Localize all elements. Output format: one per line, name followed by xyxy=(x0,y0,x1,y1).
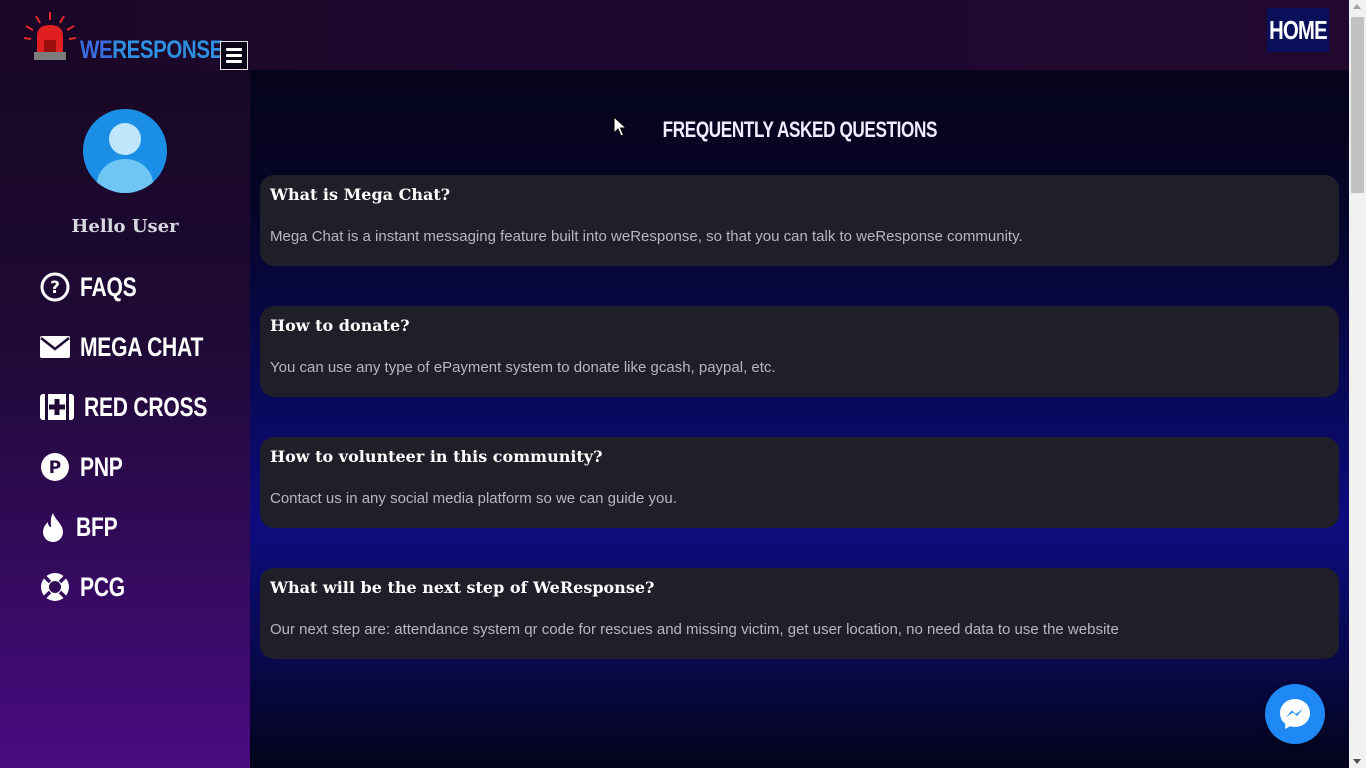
sidebar-item-label: MEGA CHAT xyxy=(80,331,204,362)
question-circle-icon: ? xyxy=(40,272,70,302)
menu-toggle-button[interactable] xyxy=(220,41,248,70)
scroll-up-arrow-icon[interactable] xyxy=(1353,4,1361,9)
weresponse-logo[interactable]: WERESPONSE xyxy=(22,10,223,65)
faq-answer: You can use any type of ePayment system … xyxy=(270,359,776,376)
svg-text:?: ? xyxy=(50,278,60,298)
faq-answer: Contact us in any social media platform … xyxy=(270,490,677,507)
messenger-chat-button[interactable] xyxy=(1265,684,1325,744)
sidebar-item-label: PNP xyxy=(80,451,123,482)
top-header: WERESPONSE HOME xyxy=(0,0,1349,70)
sidebar-item-pcg[interactable]: PCG xyxy=(40,570,138,604)
hamburger-bar xyxy=(226,54,242,57)
sidebar: Hello User ? FAQS MEGA CHAT RED CROSS P … xyxy=(0,70,250,768)
mouse-cursor-icon xyxy=(613,116,627,137)
fire-icon xyxy=(40,512,66,542)
greeting-text: Hello User xyxy=(71,216,179,237)
sidebar-item-faqs[interactable]: ? FAQS xyxy=(40,270,152,304)
siren-icon xyxy=(23,12,77,60)
faq-question: How to donate? xyxy=(270,316,410,335)
home-button[interactable]: HOME xyxy=(1267,8,1329,52)
sidebar-item-pnp[interactable]: P PNP xyxy=(40,450,135,484)
envelope-icon xyxy=(40,332,70,362)
faq-card: What will be the next step of WeResponse… xyxy=(260,568,1339,659)
sidebar-item-mega-chat[interactable]: MEGA CHAT xyxy=(40,330,238,364)
sidebar-item-bfp[interactable]: BFP xyxy=(40,510,129,544)
messenger-icon xyxy=(1280,699,1310,729)
hamburger-bar xyxy=(226,48,242,51)
vertical-scrollbar[interactable] xyxy=(1349,0,1366,768)
parking-circle-icon: P xyxy=(40,452,70,482)
sidebar-item-label: BFP xyxy=(76,511,118,542)
page-title: FREQUENTLY ASKED QUESTIONS xyxy=(662,117,937,142)
faq-section: FREQUENTLY ASKED QUESTIONS What is Mega … xyxy=(250,70,1349,768)
logo-text: WERESPONSE xyxy=(80,36,223,64)
faq-card: How to donate? You can use any type of e… xyxy=(260,306,1339,397)
scroll-down-arrow-icon[interactable] xyxy=(1353,759,1361,764)
sidebar-item-label: FAQS xyxy=(80,271,137,302)
sidebar-item-label: PCG xyxy=(80,571,125,602)
sidebar-item-label: RED CROSS xyxy=(84,391,208,422)
faq-question: How to volunteer in this community? xyxy=(270,447,603,466)
hamburger-bar xyxy=(226,60,242,63)
faq-question: What will be the next step of WeResponse… xyxy=(270,578,655,597)
svg-text:P: P xyxy=(49,458,61,478)
faq-question: What is Mega Chat? xyxy=(270,185,451,204)
faq-card: What is Mega Chat? Mega Chat is a instan… xyxy=(260,175,1339,266)
user-avatar xyxy=(83,109,167,193)
faq-answer: Our next step are: attendance system qr … xyxy=(270,621,1119,638)
faq-card: How to volunteer in this community? Cont… xyxy=(260,437,1339,528)
scrollbar-thumb[interactable] xyxy=(1351,17,1364,193)
medical-kit-icon xyxy=(40,392,74,422)
sidebar-item-red-cross[interactable]: RED CROSS xyxy=(40,390,242,424)
faq-answer: Mega Chat is a instant messaging feature… xyxy=(270,228,1023,245)
life-ring-icon xyxy=(40,572,70,602)
